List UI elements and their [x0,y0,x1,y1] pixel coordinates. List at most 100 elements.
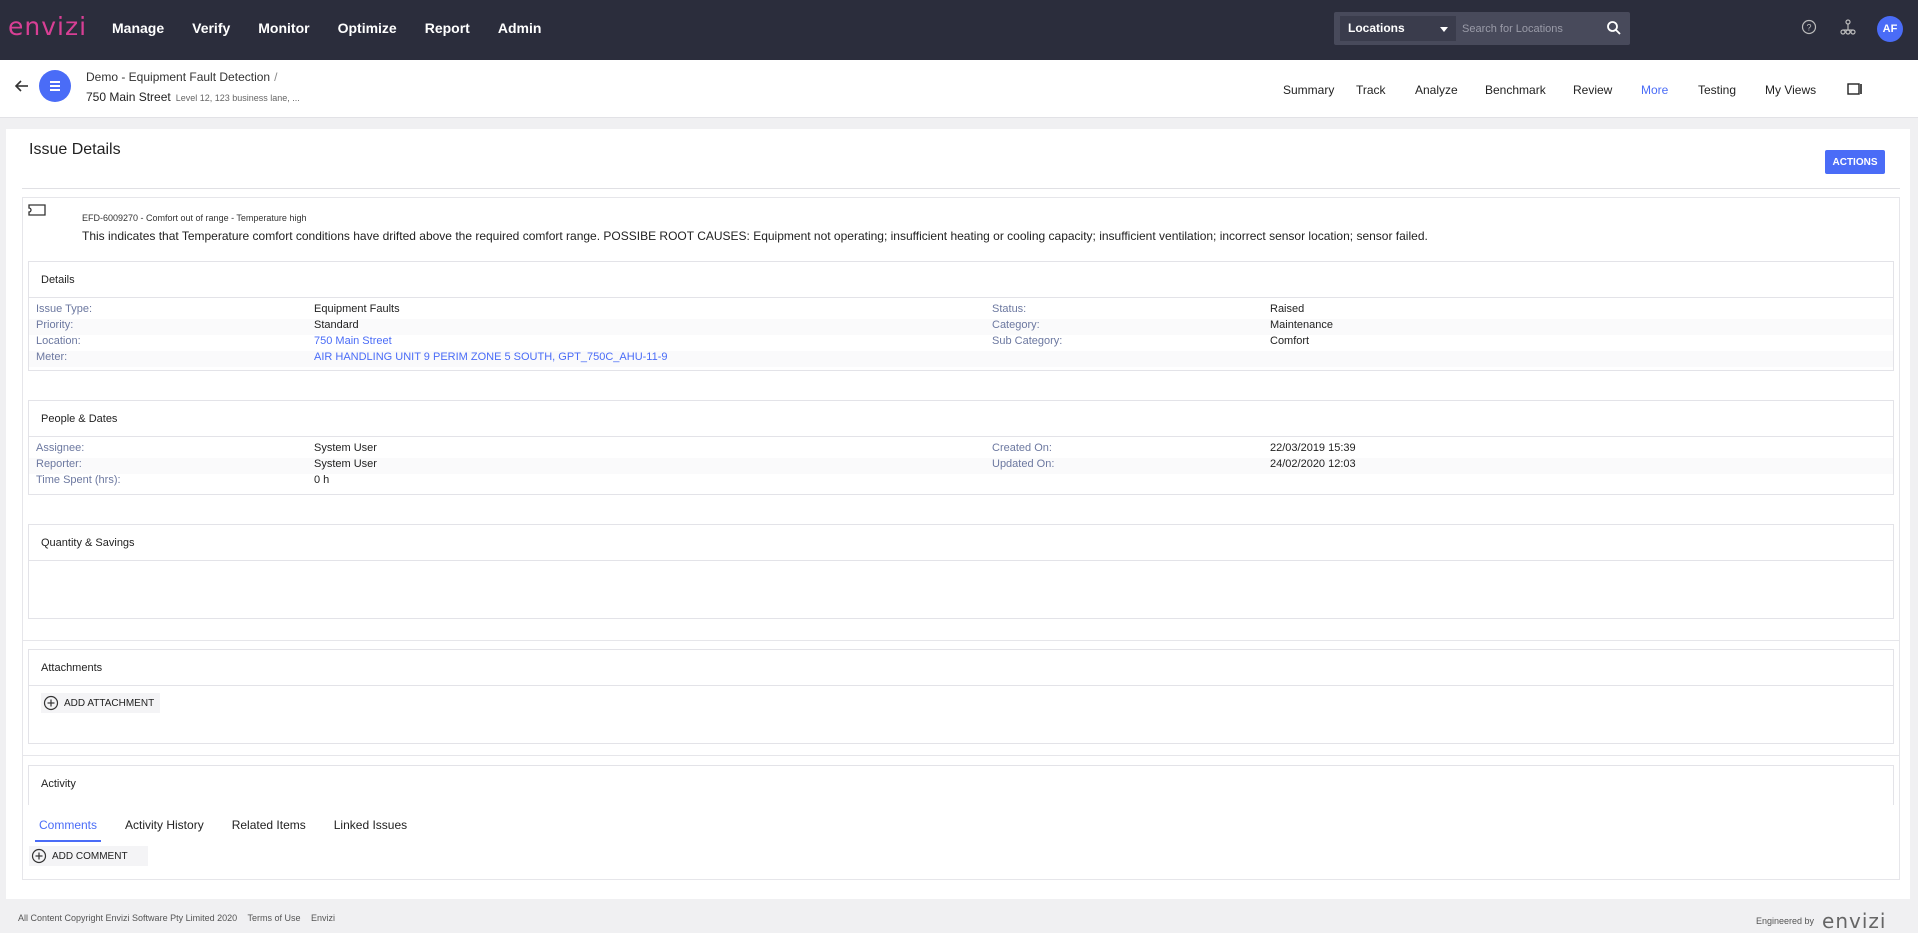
svg-text:?: ? [1806,23,1811,33]
plus-circle-icon [43,695,59,711]
tab-review[interactable]: Review [1573,83,1612,97]
location-title: 750 Main Street Level 12, 123 business la… [86,90,300,104]
tab-my-views[interactable]: My Views [1765,83,1816,97]
help-icon[interactable]: ? [1801,19,1817,40]
tab-benchmark[interactable]: Benchmark [1485,83,1546,97]
divider [23,755,1899,756]
location-search: Locations [1334,12,1630,45]
panel-toggle-icon[interactable] [1847,82,1863,99]
nav-manage[interactable]: Manage [112,20,164,36]
tab-summary[interactable]: Summary [1283,83,1334,97]
ticket-icon [28,203,46,222]
copyright-text: All Content Copyright Envizi Software Pt… [18,913,238,923]
field-value: System User [314,458,377,470]
detail-row: Reporter: System User Updated On: 24/02/… [29,458,1893,474]
tab-comments[interactable]: Comments [35,818,102,842]
meter-link[interactable]: AIR HANDLING UNIT 9 PERIM ZONE 5 SOUTH, … [314,351,668,363]
field-value: Comfort [1270,335,1310,347]
tab-analyze[interactable]: Analyze [1415,83,1458,97]
field-label: Assignee: [36,442,85,454]
breadcrumb: Demo - Equipment Fault Detection / [86,70,277,84]
envizi-logo[interactable]: envizi [8,12,87,41]
attachments-section: Attachments ADD ATTACHMENT [28,649,1894,744]
field-label: Issue Type: [36,303,93,315]
field-value: 22/03/2019 15:39 [1270,442,1356,454]
section-title: Quantity & Savings [29,525,1893,561]
issue-panel: EFD-6009270 - Comfort out of range - Tem… [22,197,1900,880]
add-attachment-label: ADD ATTACHMENT [64,697,155,709]
back-arrow-icon[interactable] [14,78,30,99]
add-attachment-button[interactable]: ADD ATTACHMENT [41,693,161,713]
divider [22,188,1900,189]
divider [23,640,1899,641]
detail-row: Meter: AIR HANDLING UNIT 9 PERIM ZONE 5 … [29,351,1893,367]
activity-tabs: Comments Activity History Related Items … [35,818,431,842]
location-menu-button[interactable] [39,70,71,102]
field-value: System User [314,442,377,454]
terms-link[interactable]: Terms of Use [247,913,300,923]
issue-id: EFD-6009270 - Comfort out of range - Tem… [82,213,307,223]
section-title: Attachments [29,650,1893,686]
engineered-by-text: Engineered by [1756,916,1815,926]
plus-circle-icon [31,848,47,864]
section-title: Activity [41,778,76,790]
nav-monitor[interactable]: Monitor [258,20,309,36]
add-comment-label: ADD COMMENT [52,850,128,862]
quantity-savings-section: Quantity & Savings [28,524,1894,619]
field-label: Sub Category: [992,335,1063,347]
field-label: Updated On: [992,458,1055,470]
breadcrumb-group[interactable]: Demo - Equipment Fault Detection [86,70,270,84]
field-value: Equipment Faults [314,303,400,315]
tab-related-items[interactable]: Related Items [228,818,310,842]
details-section: Details Issue Type: Equipment Faults Sta… [28,261,1894,371]
location-address: Level 12, 123 business lane, ... [175,93,300,103]
nav-admin[interactable]: Admin [498,20,542,36]
section-title: Details [29,262,1893,298]
field-label: Category: [992,319,1040,331]
top-navigation-bar: envizi Manage Verify Monitor Optimize Re… [0,0,1918,60]
detail-row: Time Spent (hrs): 0 h [29,474,1893,490]
field-value: Standard [314,319,359,331]
issue-details-card: Issue Details ACTIONS EFD-6009270 - Comf… [6,129,1910,899]
tab-track[interactable]: Track [1356,83,1386,97]
actions-button[interactable]: ACTIONS [1825,150,1885,174]
section-title: People & Dates [29,401,1893,437]
field-value: Maintenance [1270,319,1333,331]
tab-more[interactable]: More [1641,83,1668,97]
field-label: Priority: [36,319,74,331]
field-label: Meter: [36,351,68,363]
nav-optimize[interactable]: Optimize [338,20,397,36]
hierarchy-icon[interactable] [1840,19,1856,40]
field-label: Time Spent (hrs): [36,474,121,486]
detail-row: Location: 750 Main Street Sub Category: … [29,335,1893,351]
detail-row: Assignee: System User Created On: 22/03/… [29,442,1893,458]
people-dates-section: People & Dates Assignee: System User Cre… [28,400,1894,495]
location-link[interactable]: 750 Main Street [314,335,392,347]
footer-envizi-logo: envizi [1822,909,1887,933]
detail-row: Priority: Standard Category: Maintenance [29,319,1893,335]
main-menu: Manage Verify Monitor Optimize Report Ad… [112,20,569,36]
field-value: 0 h [314,474,330,486]
tab-linked-issues[interactable]: Linked Issues [330,818,411,842]
chevron-down-icon [1440,27,1448,32]
issue-description: This indicates that Temperature comfort … [82,229,1428,243]
search-input[interactable] [1462,16,1592,41]
tab-testing[interactable]: Testing [1698,83,1736,97]
activity-section: Activity [28,765,1894,805]
tab-activity-history[interactable]: Activity History [121,818,208,842]
field-label: Status: [992,303,1027,315]
user-avatar[interactable]: AF [1877,16,1903,42]
search-scope-label: Locations [1348,21,1405,35]
search-icon[interactable] [1606,20,1622,41]
location-name[interactable]: 750 Main Street [86,90,171,104]
field-label: Reporter: [36,458,82,470]
nav-verify[interactable]: Verify [192,20,230,36]
nav-report[interactable]: Report [425,20,470,36]
breadcrumb-separator: / [274,70,278,84]
footer: All Content Copyright Envizi Software Pt… [0,900,1918,933]
add-comment-button[interactable]: ADD COMMENT [29,846,148,866]
field-label: Created On: [992,442,1052,454]
search-scope-dropdown[interactable]: Locations [1340,16,1456,41]
envizi-link[interactable]: Envizi [311,913,335,923]
detail-row: Issue Type: Equipment Faults Status: Rai… [29,303,1893,319]
